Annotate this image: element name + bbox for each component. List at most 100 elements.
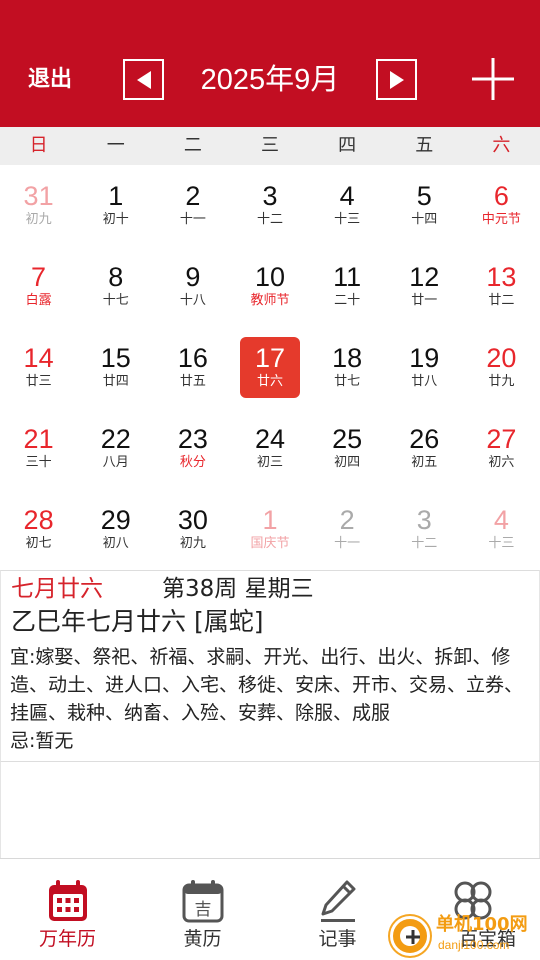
day-number: 1 xyxy=(108,181,124,211)
day-number: 6 xyxy=(493,181,509,211)
day-cell[interactable]: 16 廿五 xyxy=(154,327,231,408)
day-number: 26 xyxy=(409,424,440,454)
day-number: 17 xyxy=(254,343,286,373)
svg-text:吉: 吉 xyxy=(195,900,212,920)
day-number: 3 xyxy=(262,181,278,211)
day-number: 20 xyxy=(486,343,517,373)
lunar-label: 国庆节 xyxy=(250,536,290,551)
lunar-label: 廿八 xyxy=(411,374,438,389)
day-number: 18 xyxy=(332,343,363,373)
day-cell[interactable]: 22 八月 xyxy=(77,408,154,489)
app-header: 退出 2025年9月 xyxy=(0,0,540,127)
tab-notes[interactable]: 记事 xyxy=(270,859,405,960)
weekday-fri: 五 xyxy=(415,135,434,156)
day-cell[interactable]: 28 初七 xyxy=(0,489,77,570)
day-cell[interactable]: 1 国庆节 xyxy=(231,489,308,570)
next-month-button[interactable] xyxy=(376,59,417,100)
day-number: 4 xyxy=(493,505,509,535)
lunar-date: 七月廿六 xyxy=(11,576,103,602)
day-cell[interactable]: 4 十三 xyxy=(463,489,540,570)
lunar-label: 初四 xyxy=(334,455,361,470)
day-number: 8 xyxy=(108,262,124,292)
day-cell-selected[interactable]: 17 廿六 xyxy=(231,327,308,408)
day-cell[interactable]: 2 十一 xyxy=(154,165,231,246)
lunar-label: 廿四 xyxy=(102,374,129,389)
watermark: 单机100网 danji100.com xyxy=(390,912,540,960)
day-number: 3 xyxy=(416,505,432,535)
day-cell[interactable]: 7 白露 xyxy=(0,246,77,327)
lunar-label: 初八 xyxy=(102,536,129,551)
prev-month-button[interactable] xyxy=(123,59,164,100)
day-cell[interactable]: 23 秋分 xyxy=(154,408,231,489)
day-cell[interactable]: 21 三十 xyxy=(0,408,77,489)
day-cell[interactable]: 18 廿七 xyxy=(309,327,386,408)
day-number: 5 xyxy=(416,181,432,211)
day-cell[interactable]: 2 十一 xyxy=(309,489,386,570)
day-cell[interactable]: 9 十八 xyxy=(154,246,231,327)
lunar-label: 十一 xyxy=(179,212,206,227)
day-cell[interactable]: 25 初四 xyxy=(309,408,386,489)
watermark-url: danji100.com xyxy=(438,938,510,952)
day-cell[interactable]: 3 十二 xyxy=(231,165,308,246)
lunar-label: 廿九 xyxy=(488,374,515,389)
day-number: 19 xyxy=(409,343,440,373)
day-cell[interactable]: 31 初九 xyxy=(0,165,77,246)
day-cell[interactable]: 13 廿二 xyxy=(463,246,540,327)
day-number: 1 xyxy=(262,505,278,535)
day-cell[interactable]: 12 廿一 xyxy=(386,246,463,327)
day-number: 7 xyxy=(31,262,47,292)
lunar-label: 廿七 xyxy=(334,374,361,389)
notes-area[interactable] xyxy=(0,761,540,858)
watermark-text: 单机100网 xyxy=(436,914,528,935)
day-cell[interactable]: 14 廿三 xyxy=(0,327,77,408)
day-cell[interactable]: 19 廿八 xyxy=(386,327,463,408)
lunar-label: 十三 xyxy=(488,536,515,551)
lunar-label: 初五 xyxy=(411,455,438,470)
exit-button[interactable]: 退出 xyxy=(28,66,72,94)
day-number: 16 xyxy=(177,343,208,373)
day-number: 14 xyxy=(23,343,54,373)
tab-calendar[interactable]: 万年历 xyxy=(0,859,135,960)
day-cell[interactable]: 6 中元节 xyxy=(463,165,540,246)
day-cell[interactable]: 29 初八 xyxy=(77,489,154,570)
day-cell[interactable]: 27 初六 xyxy=(463,408,540,489)
ganzhi-year: 乙巳年七月廿六 [属蛇] xyxy=(11,607,264,636)
day-cell[interactable]: 4 十三 xyxy=(309,165,386,246)
weekday-wed: 三 xyxy=(260,135,279,156)
day-number: 25 xyxy=(332,424,363,454)
day-cell[interactable]: 15 廿四 xyxy=(77,327,154,408)
calendar-grid: 31 初九 1 初十 2 十一 3 十二 4 十三 5 十四 6 中元节 7 白露 8 十七 9 十八 10 教师节 11 二… xyxy=(0,165,540,570)
day-number: 30 xyxy=(177,505,208,535)
month-title: 2025年9月 xyxy=(200,64,340,96)
tab-almanac[interactable]: 吉 黄历 xyxy=(135,859,270,960)
day-number: 10 xyxy=(254,262,286,292)
add-icon[interactable] xyxy=(472,58,514,100)
weekday-sun: 日 xyxy=(29,135,48,156)
day-number: 13 xyxy=(486,262,517,292)
day-cell[interactable]: 1 初十 xyxy=(77,165,154,246)
day-number: 11 xyxy=(333,262,362,292)
lunar-label: 中元节 xyxy=(481,212,521,227)
day-number: 21 xyxy=(23,424,54,454)
day-number: 29 xyxy=(100,505,131,535)
day-cell[interactable]: 24 初三 xyxy=(231,408,308,489)
day-detail-panel: 七月廿六 第38周 星期三 乙巳年七月廿六 [属蛇] 宜:嫁娶、祭祀、祈福、求嗣… xyxy=(0,570,540,761)
day-cell[interactable]: 8 十七 xyxy=(77,246,154,327)
day-cell[interactable]: 3 十二 xyxy=(386,489,463,570)
day-cell[interactable]: 5 十四 xyxy=(386,165,463,246)
day-cell[interactable]: 11 二十 xyxy=(309,246,386,327)
lunar-label: 廿六 xyxy=(256,374,283,389)
day-number: 23 xyxy=(177,424,208,454)
avoid-activities: 忌:暂无 xyxy=(10,730,74,752)
day-number: 2 xyxy=(185,181,201,211)
day-cell[interactable]: 10 教师节 xyxy=(231,246,308,327)
day-cell[interactable]: 30 初九 xyxy=(154,489,231,570)
lunar-label: 十一 xyxy=(334,536,361,551)
day-cell[interactable]: 26 初五 xyxy=(386,408,463,489)
weekday-thu: 四 xyxy=(338,135,357,156)
day-cell[interactable]: 20 廿九 xyxy=(463,327,540,408)
lunar-label: 秋分 xyxy=(179,455,206,470)
lunar-label: 十八 xyxy=(179,293,206,308)
almanac-icon: 吉 xyxy=(182,880,224,923)
lunar-label: 十二 xyxy=(411,536,438,551)
